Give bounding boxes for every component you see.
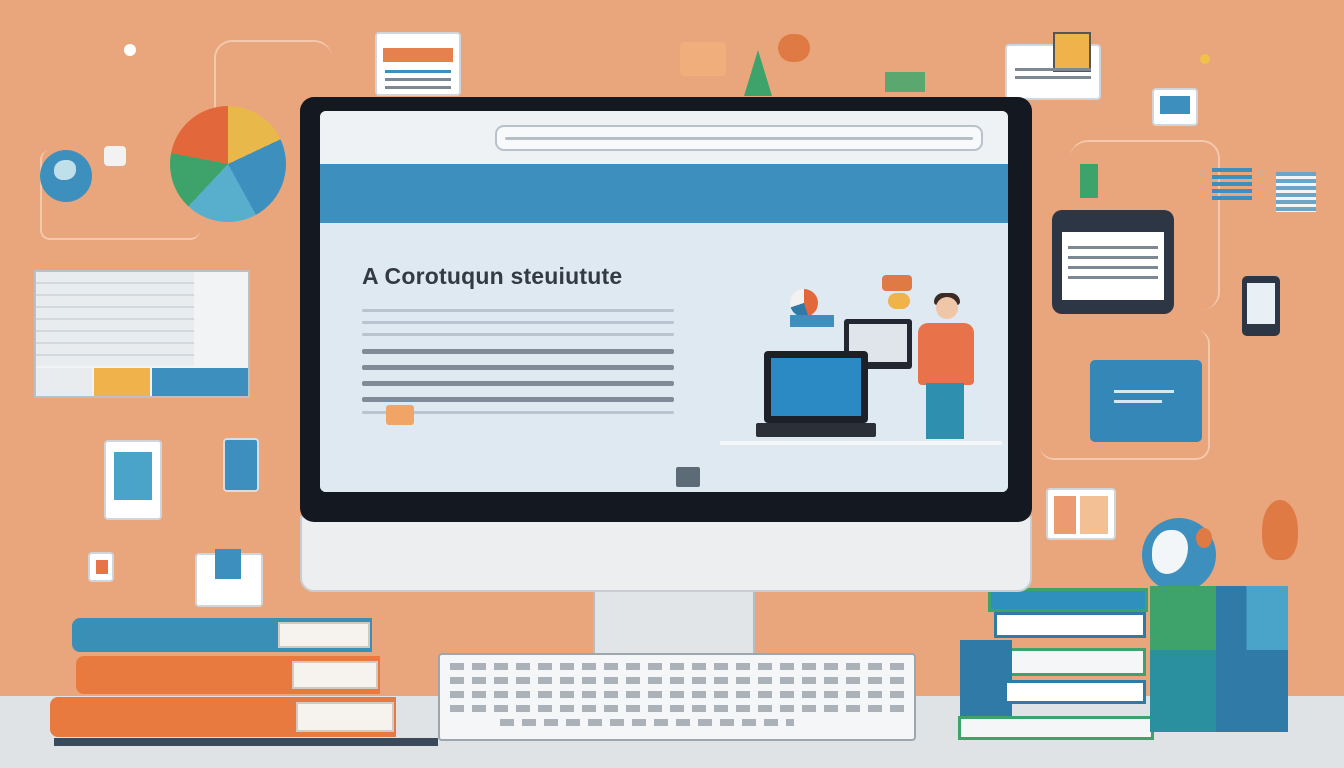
person-legs (926, 383, 964, 439)
folder-icon (680, 42, 726, 76)
book-icon (994, 612, 1146, 638)
tablet-icon (104, 440, 162, 520)
monitor-chin (300, 516, 1032, 592)
tablet-icon (1052, 210, 1174, 314)
thumbnail-icon (676, 467, 700, 487)
list-icon (1212, 168, 1252, 202)
book-icon (958, 716, 1154, 740)
flag-icon (1080, 164, 1098, 198)
globe-icon (40, 150, 92, 202)
laptop-base (756, 423, 876, 437)
text-line (362, 349, 674, 354)
page-headline: A Corotuqun steuiutute (362, 263, 623, 289)
phone-icon (1242, 276, 1280, 336)
stand-icon (790, 315, 834, 327)
capsule-icon (778, 34, 810, 62)
pie-chart-icon (170, 106, 286, 222)
list-icon (1276, 172, 1316, 212)
lamp-icon (888, 293, 910, 309)
pin-icon (124, 44, 136, 56)
shield-icon (1262, 500, 1298, 560)
badge-icon (88, 552, 114, 582)
printer-icon (1005, 32, 1101, 100)
lamp-icon (882, 275, 912, 291)
book-base (54, 738, 438, 746)
illustration-scene: A Corotuqun steuiutute (0, 0, 1344, 768)
text-line (362, 321, 674, 324)
document-icon (375, 32, 461, 96)
text-line (362, 333, 674, 336)
book-icon (1150, 650, 1288, 732)
keyboard (438, 653, 916, 741)
pin-icon (1200, 54, 1210, 64)
folder-icon (1046, 488, 1116, 540)
text-line (362, 397, 674, 402)
person-icon (936, 297, 958, 319)
globe-icon (1142, 518, 1216, 592)
book-icon (1004, 680, 1146, 704)
text-line (362, 381, 674, 386)
address-bar (495, 125, 983, 151)
text-line (362, 365, 674, 370)
photo-icon (1152, 88, 1198, 126)
server-panel (34, 270, 250, 398)
book-icon (1000, 648, 1146, 676)
book-pages (296, 702, 394, 732)
phone-icon (223, 438, 259, 492)
triangle-icon (744, 50, 772, 96)
book-pages (278, 622, 370, 648)
laptop-icon (764, 351, 868, 423)
text-line (362, 309, 674, 312)
document-icon (1090, 360, 1202, 442)
browser-toolbar (320, 111, 1008, 164)
page-banner (320, 164, 1008, 223)
pie-chart-icon (790, 289, 818, 317)
flag-icon (885, 72, 925, 92)
person-body (918, 323, 974, 385)
monitor-screen: A Corotuqun steuiutute (320, 111, 1008, 492)
desk-line (720, 441, 1002, 445)
orange-marker (386, 405, 414, 425)
book-pages (292, 661, 378, 689)
lock-icon (104, 146, 126, 166)
stand-icon (195, 549, 263, 607)
monitor-stand (593, 592, 755, 654)
